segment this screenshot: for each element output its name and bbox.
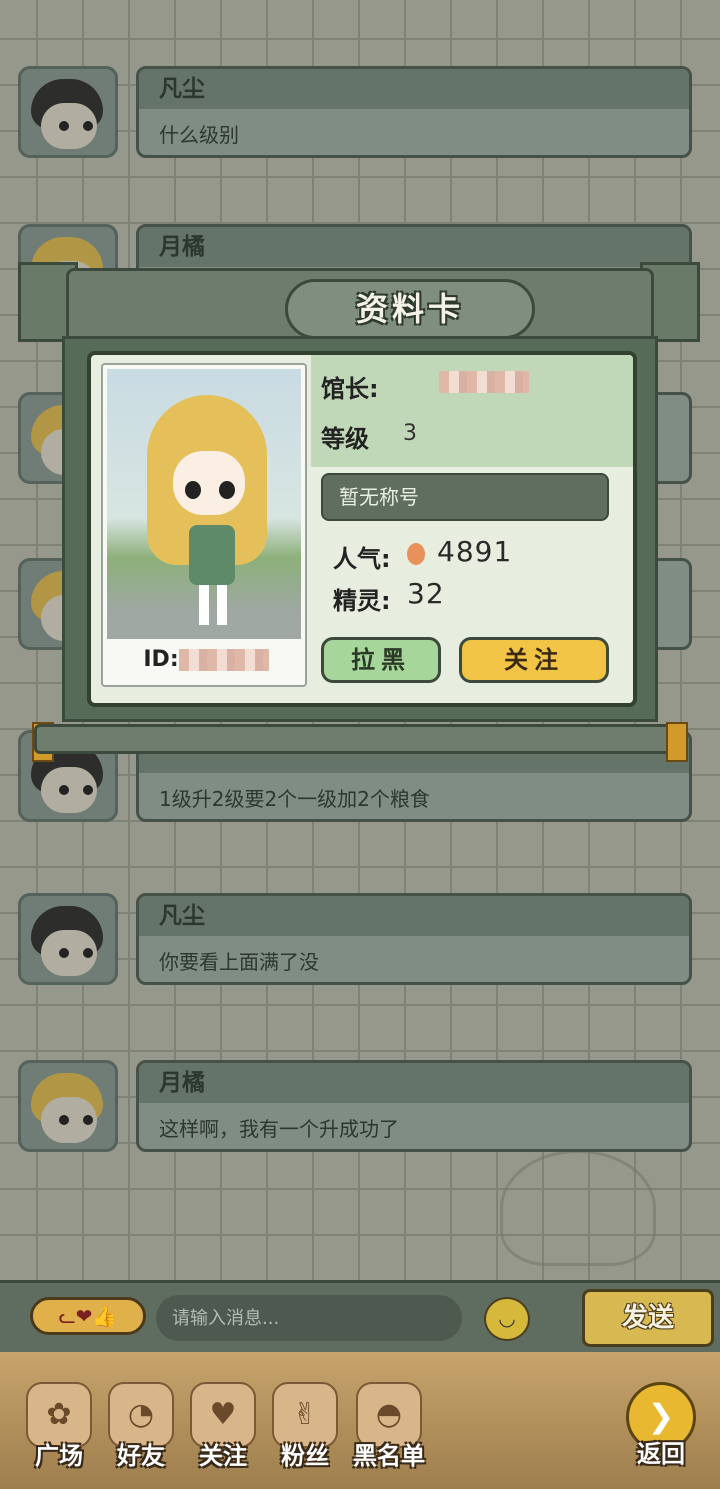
sprite-label: 精灵: [333,587,391,615]
bottom-nav: ✿ 广场 ◔ 好友 ♥ 关注 ✌ 粉丝 ◓ 黑名单 ❯ 返回 [0,1352,720,1489]
dialog-title: 资料卡 [285,279,535,339]
dialog-header: 资料卡 [66,268,654,342]
emote-button[interactable]: ᓚ❤👍 [30,1297,146,1335]
dialog-body: ID: 馆长: 等级 3 暂无称号 人气: 4891 精灵: 32 拉黑 关注 [62,336,658,722]
back-label[interactable]: 返回 [616,1434,706,1469]
portrait-frame: ID: [101,363,307,687]
id-label: ID: [143,647,179,672]
dialog-bottom-rail [34,724,682,754]
info-header: 馆长: 等级 3 [311,355,633,467]
follow-button[interactable]: 关注 [459,637,609,683]
profile-card-dialog: 资料卡 ID: 馆长: 等级 3 暂无称号 人气: 4891 精灵: 32 拉黑… [18,262,700,762]
nav-item-blacklist[interactable]: ◓ 黑名单 [353,1376,425,1486]
redacted-owner-name [439,371,529,393]
popularity-value: 4891 [437,535,513,568]
nav-label: 粉丝 [281,1442,329,1470]
balloon-icon [407,543,425,565]
popularity-label: 人气: [333,545,391,573]
profile-card: ID: 馆长: 等级 3 暂无称号 人气: 4891 精灵: 32 拉黑 关注 [87,351,637,707]
nav-label: 广场 [35,1442,83,1470]
level-value: 3 [403,421,417,446]
nav-label: 好友 [117,1442,165,1470]
nav-label: 黑名单 [353,1442,425,1470]
level-label: 等级 [321,425,369,453]
nav-item-friends[interactable]: ◔ 好友 [106,1376,176,1486]
owner-label: 馆长: [321,375,379,403]
character-portrait [107,369,301,639]
block-button[interactable]: 拉黑 [321,637,441,683]
nav-item-fans[interactable]: ✌ 粉丝 [270,1376,340,1486]
title-badge: 暂无称号 [321,473,609,521]
sprite-value: 32 [407,577,445,610]
nav-item-plaza[interactable]: ✿ 广场 [24,1376,94,1486]
redacted-id [178,649,269,671]
message-input-bar: ᓚ❤👍 ◡ 发送 [0,1280,720,1352]
nav-item-follow[interactable]: ♥ 关注 [188,1376,258,1486]
user-id-row: ID: [103,647,309,672]
nav-label: 关注 [199,1442,247,1470]
message-input[interactable] [156,1295,462,1341]
rail-cap-right [666,722,688,762]
smiley-icon[interactable]: ◡ [484,1297,530,1341]
send-button[interactable]: 发送 [582,1289,714,1347]
